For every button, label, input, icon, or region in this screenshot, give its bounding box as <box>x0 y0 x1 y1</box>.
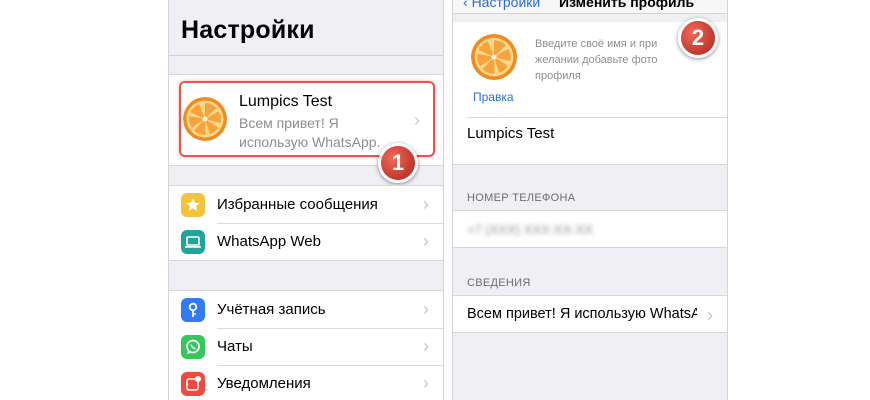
navigation-bar: ‹ Настройки Изменить профиль <box>453 0 727 14</box>
settings-item-notifications[interactable]: Уведомления › <box>169 365 443 400</box>
chevron-right-icon: › <box>707 305 713 325</box>
key-icon <box>181 298 205 322</box>
about-row[interactable]: Всем привет! Я использую WhatsApp. › <box>453 295 727 333</box>
profile-status: Всем привет! Я использую WhatsApp. <box>239 115 381 150</box>
laptop-icon <box>181 230 205 254</box>
notification-icon <box>181 372 205 396</box>
whatsapp-icon <box>181 335 205 359</box>
name-input[interactable]: Lumpics Test <box>467 125 554 142</box>
chevron-left-icon: ‹ <box>463 0 472 10</box>
chevron-right-icon: › <box>423 231 429 251</box>
about-value: Всем привет! Я использую WhatsApp. <box>467 306 697 322</box>
orange-slice-icon[interactable] <box>471 34 517 80</box>
divider <box>467 117 727 118</box>
settings-item-label: WhatsApp Web <box>217 233 321 250</box>
settings-item-label: Учётная запись <box>217 301 326 318</box>
edit-photo-link[interactable]: Правка <box>473 90 514 104</box>
phone-number-row: +7 (XXX) XXX-XX-XX <box>453 210 727 248</box>
orange-slice-icon <box>183 97 227 141</box>
chevron-right-icon: › <box>423 373 429 393</box>
step-badge: 2 <box>678 18 718 58</box>
divider <box>169 55 443 56</box>
star-icon <box>181 193 205 217</box>
profile-hint: Введите своё имя и при желании добавьте … <box>535 38 658 82</box>
section-header-about: СВЕДЕНИЯ <box>467 277 531 289</box>
back-button-label: Настройки <box>471 0 541 10</box>
nav-title: Изменить профиль <box>559 0 695 10</box>
chevron-right-icon: › <box>414 110 420 130</box>
section-header-phone: НОМЕР ТЕЛЕФОНА <box>467 192 576 204</box>
phone-number-value: +7 (XXX) XXX-XX-XX <box>467 222 594 237</box>
settings-item-chats[interactable]: Чаты › <box>169 328 443 365</box>
step-badge: 1 <box>378 143 418 183</box>
settings-group: Учётная запись › Чаты › Уведомления › <box>169 290 443 400</box>
edit-profile-screen: ‹ Настройки Изменить профиль Введите сво… <box>452 0 728 400</box>
settings-item-whatsapp-web[interactable]: WhatsApp Web › <box>169 223 443 260</box>
settings-screen: Настройки Lumpics Test Всем привет! Я ис… <box>168 0 444 400</box>
settings-item-label: Чаты <box>217 338 253 355</box>
chevron-right-icon: › <box>423 336 429 356</box>
back-button[interactable]: ‹ Настройки <box>463 0 540 10</box>
settings-item-account[interactable]: Учётная запись › <box>169 291 443 328</box>
chevron-right-icon: › <box>423 299 429 319</box>
settings-item-label: Уведомления <box>217 375 311 392</box>
settings-group: Избранные сообщения › WhatsApp Web › <box>169 185 443 261</box>
chevron-right-icon: › <box>423 194 429 214</box>
profile-name: Lumpics Test <box>239 93 333 110</box>
settings-item-label: Избранные сообщения <box>217 196 378 213</box>
settings-item-starred-messages[interactable]: Избранные сообщения › <box>169 186 443 223</box>
page-title: Настройки <box>181 16 315 44</box>
